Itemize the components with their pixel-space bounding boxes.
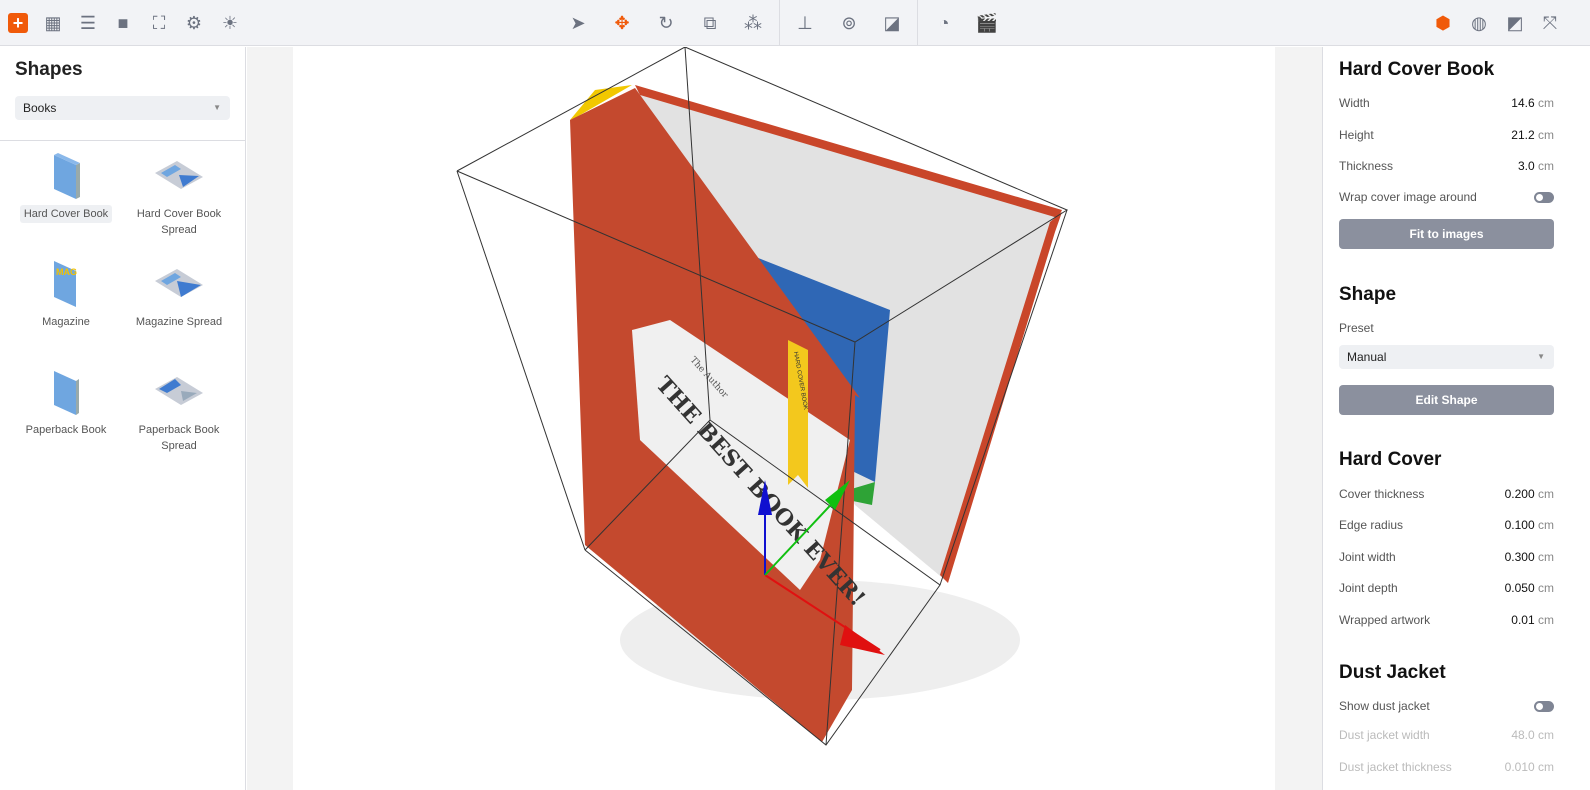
wrap-cover-row: Wrap cover image around <box>1339 190 1554 206</box>
fit-to-images-button[interactable]: Fit to images <box>1339 219 1554 249</box>
3d-viewport[interactable]: THE BEST BOOK EVER! The Author HARD COVE… <box>247 47 1322 790</box>
wrapped-artwork-row[interactable]: Wrapped artwork 0.01 cm <box>1339 613 1554 629</box>
category-value: Books <box>23 101 57 115</box>
hardcover-book-icon <box>54 153 80 199</box>
item-label: Hard Cover Book Spread <box>136 208 222 236</box>
panel-title: Shapes <box>15 59 83 80</box>
edge-radius-row[interactable]: Edge radius 0.100 cm <box>1339 518 1554 534</box>
shape-paperback-book-spread[interactable]: Paperback Book Spread <box>124 367 234 455</box>
scale-icon[interactable]: ⧉ <box>698 11 722 35</box>
category-select[interactable]: Books ▼ <box>15 96 230 120</box>
chevron-down-icon: ▼ <box>1537 352 1545 361</box>
properties-panel: Hard Cover Book Width 14.6 cm Height 21.2 … <box>1322 47 1590 790</box>
wrap-cover-toggle[interactable] <box>1534 192 1554 203</box>
thickness-row[interactable]: Thickness 3.0 cm <box>1339 159 1554 175</box>
shape-magazine-spread[interactable]: Magazine Spread <box>124 259 234 331</box>
spread-icon <box>155 161 203 189</box>
width-row[interactable]: Width 14.6 cm <box>1339 96 1554 112</box>
shapes-panel: Shapes Books ▼ Hard Cover Book Hard Cover… <box>0 47 246 790</box>
timer-icon[interactable]: ◔ <box>932 11 956 35</box>
shape-magazine[interactable]: MAG Magazine <box>11 259 121 331</box>
section-title: Dust Jacket <box>1339 662 1446 683</box>
preset-select[interactable]: Manual ▼ <box>1339 345 1554 369</box>
shape-paperback-book[interactable]: Paperback Book <box>11 367 121 439</box>
item-label: Paperback Book Spread <box>138 424 220 452</box>
book-render[interactable]: THE BEST BOOK EVER! The Author HARD COVE… <box>247 47 1322 790</box>
camera-icon[interactable]: ■ <box>111 11 135 35</box>
spread-icon <box>155 377 203 405</box>
chevron-down-icon: ▼ <box>213 103 221 112</box>
material-icon[interactable]: ◪ <box>880 11 904 35</box>
item-label: Paperback Book <box>25 424 107 436</box>
section-title: Shape <box>1339 284 1397 305</box>
list-icon[interactable]: ☰ <box>76 11 100 35</box>
shape-hard-cover-book[interactable]: Hard Cover Book <box>11 151 121 223</box>
axes-icon[interactable]: ⁂ <box>741 11 765 35</box>
rotate-icon[interactable]: ↻ <box>654 11 678 35</box>
dust-jacket-toggle[interactable] <box>1534 701 1554 712</box>
svg-text:MAG: MAG <box>56 267 77 277</box>
joint-depth-row[interactable]: Joint depth 0.050 cm <box>1339 581 1554 597</box>
dust-jacket-width-row: Dust jacket width 48.0 cm <box>1339 728 1554 742</box>
fullscreen-icon[interactable]: ⤧ <box>1538 11 1562 35</box>
shape-hard-cover-book-spread[interactable]: Hard Cover Book Spread <box>124 151 234 239</box>
dust-jacket-thickness-row: Dust jacket thickness 0.010 cm <box>1339 760 1554 774</box>
move-icon[interactable]: ✥ <box>610 11 634 35</box>
grid-icon[interactable]: ▦ <box>41 11 65 35</box>
texture-icon[interactable]: ◍ <box>1467 11 1491 35</box>
focus-icon[interactable]: ⛶ <box>147 11 171 35</box>
toolbar: + ▦ ☰ ■ ⛶ ⚙ ☀ ➤ ✥ ↻ ⧉ ⁂ ⊥ ⊚ ◪ ◔ 🎬 ⬢ ◍ ◩ … <box>0 0 1590 46</box>
inspect-icon[interactable]: ⊚ <box>837 11 861 35</box>
cover-thickness-row[interactable]: Cover thickness 0.200 cm <box>1339 487 1554 503</box>
cube-icon[interactable]: ⬢ <box>1431 11 1455 35</box>
spread-icon <box>155 269 203 297</box>
show-dust-jacket-row: Show dust jacket <box>1339 699 1554 715</box>
item-label: Hard Cover Book <box>19 205 113 223</box>
item-label: Magazine <box>42 316 90 328</box>
select-icon[interactable]: ➤ <box>566 11 590 35</box>
gear-icon[interactable]: ⚙ <box>182 11 206 35</box>
paperback-icon <box>54 371 79 415</box>
magazine-icon: MAG <box>54 261 77 307</box>
add-icon[interactable]: + <box>8 13 28 33</box>
joint-width-row[interactable]: Joint width 0.300 cm <box>1339 550 1554 566</box>
edit-shape-button[interactable]: Edit Shape <box>1339 385 1554 415</box>
frame-icon[interactable]: ◩ <box>1503 11 1527 35</box>
item-label: Magazine Spread <box>135 316 223 328</box>
clapper-icon[interactable]: 🎬 <box>975 11 999 35</box>
height-row[interactable]: Height 21.2 cm <box>1339 128 1554 144</box>
section-title: Hard Cover <box>1339 449 1442 470</box>
preset-label: Preset <box>1339 321 1374 335</box>
light-icon[interactable]: ☀ <box>218 11 242 35</box>
section-title: Hard Cover Book <box>1339 59 1495 80</box>
floor-icon[interactable]: ⊥ <box>793 11 817 35</box>
